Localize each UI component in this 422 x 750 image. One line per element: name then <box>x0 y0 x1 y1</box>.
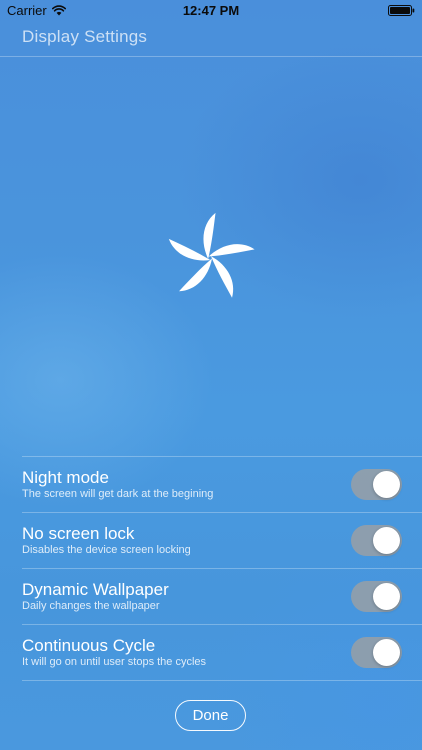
setting-row-no-screen-lock: No screen lock Disables the device scree… <box>22 513 422 568</box>
status-time: 12:47 PM <box>182 3 240 18</box>
flower-logo-icon <box>168 212 255 298</box>
setting-subtitle: Daily changes the wallpaper <box>22 600 160 612</box>
setting-title: Continuous Cycle <box>22 636 156 655</box>
setting-subtitle: It will go on until user stops the cycle… <box>22 656 207 668</box>
battery-icon <box>388 5 415 16</box>
done-button[interactable]: Done <box>175 700 246 731</box>
toggle-knob <box>373 471 400 498</box>
night-mode-toggle[interactable] <box>351 469 402 500</box>
settings-list: Night mode The screen will get dark at t… <box>22 456 422 681</box>
status-bar: Carrier 12:47 PM <box>0 0 422 22</box>
dynamic-wallpaper-toggle[interactable] <box>351 581 402 612</box>
no-screen-lock-toggle[interactable] <box>351 525 402 556</box>
setting-row-dynamic-wallpaper: Dynamic Wallpaper Daily changes the wall… <box>22 569 422 624</box>
setting-row-continuous-cycle: Continuous Cycle It will go on until use… <box>22 625 422 680</box>
continuous-cycle-toggle[interactable] <box>351 637 402 668</box>
setting-title: No screen lock <box>22 524 135 543</box>
setting-title: Night mode <box>22 468 109 487</box>
setting-subtitle: Disables the device screen locking <box>22 544 191 556</box>
toggle-knob <box>373 583 400 610</box>
toggle-knob <box>373 527 400 554</box>
display-settings-screen: Carrier 12:47 PM Display Settings Night … <box>0 0 422 750</box>
toggle-knob <box>373 639 400 666</box>
page-title: Display Settings <box>22 27 148 46</box>
header-divider <box>0 56 422 57</box>
list-divider <box>22 680 422 681</box>
setting-row-night-mode: Night mode The screen will get dark at t… <box>22 457 422 512</box>
setting-title: Dynamic Wallpaper <box>22 580 169 599</box>
setting-subtitle: The screen will get dark at the begining <box>22 488 214 500</box>
